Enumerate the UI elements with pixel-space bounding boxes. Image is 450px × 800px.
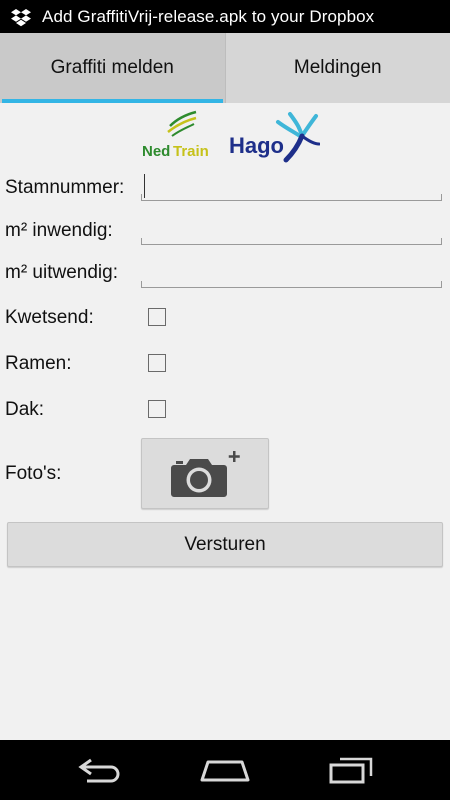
hago-text: Hago [229,133,284,158]
kwetsend-checkbox[interactable] [148,308,166,326]
fotos-label: Foto's: [5,463,62,484]
recent-apps-icon[interactable] [328,756,374,784]
tab-label: Graffiti melden [50,57,174,78]
home-icon[interactable] [200,756,250,784]
m2-uitwendig-label: m² uitwendig: [5,262,118,283]
nedtrain-logo: Ned Train [142,110,209,160]
text-cursor [144,174,145,198]
tab-bar: Graffiti melden Meldingen [0,33,450,103]
m2-inwendig-input[interactable] [141,222,442,245]
back-icon[interactable] [77,756,123,784]
status-bar: Add GraffitiVrij-release.apk to your Dro… [0,0,450,33]
m2-inwendig-label: m² inwendig: [5,220,113,241]
submit-label: Versturen [184,533,266,555]
dropbox-icon [11,8,31,26]
nedtrain-train: Train [173,143,209,160]
navigation-bar [0,740,450,800]
tab-label: Meldingen [293,57,382,78]
ramen-checkbox[interactable] [148,354,166,372]
tab-meldingen[interactable]: Meldingen [224,33,450,103]
hago-logo: Hago [229,112,320,163]
tab-graffiti-melden[interactable]: Graffiti melden [0,33,225,103]
stamnummer-label: Stamnummer: [5,177,125,198]
add-photo-button[interactable] [141,438,269,509]
stamnummer-input[interactable] [141,174,442,201]
ramen-label: Ramen: [5,353,72,374]
m2-uitwendig-input[interactable] [141,265,442,288]
notification-text: Add GraffitiVrij-release.apk to your Dro… [42,6,375,26]
kwetsend-label: Kwetsend: [5,307,94,328]
dak-checkbox[interactable] [148,400,166,418]
camera-add-icon [171,450,240,497]
logos: Ned Train Hago [142,110,320,163]
nedtrain-ned: Ned [142,143,170,160]
dak-label: Dak: [5,399,45,420]
submit-button[interactable]: Versturen [7,522,443,567]
